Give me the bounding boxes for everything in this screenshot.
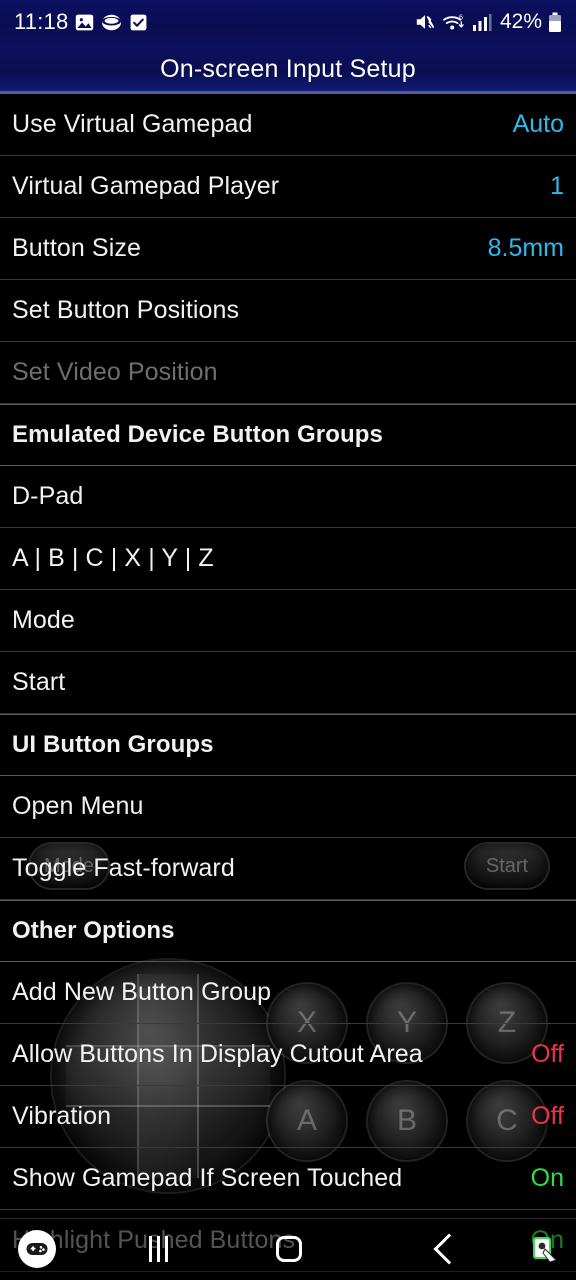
- status-bar-left: 11:18: [14, 9, 148, 35]
- gamepad-floating-icon[interactable]: [18, 1230, 56, 1268]
- settings-row[interactable]: Open Menu: [0, 776, 576, 838]
- settings-row-label: Mode: [12, 606, 75, 634]
- settings-row-label: A | B | C | X | Y | Z: [12, 544, 214, 572]
- settings-row-label: D-Pad: [12, 482, 84, 510]
- home-icon[interactable]: [276, 1236, 302, 1262]
- settings-row-value: Off: [531, 1040, 564, 1068]
- settings-row-label: Set Button Positions: [12, 296, 240, 324]
- settings-row[interactable]: Vibration Off: [0, 1086, 576, 1148]
- settings-row-label: Start: [12, 668, 66, 696]
- settings-list: Use Virtual Gamepad Auto Virtual Gamepad P…: [0, 94, 576, 1272]
- image-icon: [75, 13, 94, 32]
- settings-row-label: Add New Button Group: [12, 978, 272, 1006]
- opera-disc-icon: [101, 13, 122, 32]
- settings-row[interactable]: Use Virtual Gamepad Auto: [0, 94, 576, 156]
- settings-row[interactable]: Mode: [0, 590, 576, 652]
- settings-row[interactable]: Toggle Fast-forward: [0, 838, 576, 900]
- section-header: Other Options: [0, 900, 576, 962]
- settings-row[interactable]: A | B | C | X | Y | Z: [0, 528, 576, 590]
- settings-row[interactable]: D-Pad: [0, 466, 576, 528]
- screen-recorder-icon[interactable]: [526, 1231, 562, 1267]
- status-bar: 11:18 6 42%: [0, 0, 576, 44]
- settings-row-label: Allow Buttons In Display Cutout Area: [12, 1040, 423, 1068]
- settings-row[interactable]: Set Button Positions: [0, 280, 576, 342]
- settings-row-value: 1: [550, 172, 564, 200]
- checkbox-icon: [129, 13, 148, 32]
- recents-icon[interactable]: [149, 1236, 168, 1262]
- settings-row-value: On: [530, 1164, 564, 1192]
- settings-row-label: Vibration: [12, 1102, 112, 1130]
- android-navigation-bar: [0, 1218, 576, 1280]
- title-bar: On-screen Input Setup: [0, 44, 576, 94]
- settings-row[interactable]: Virtual Gamepad Player 1: [0, 156, 576, 218]
- title-underline: [0, 91, 576, 94]
- settings-row-label: Set Video Position: [12, 358, 218, 386]
- settings-row-label: UI Button Groups: [12, 731, 214, 758]
- settings-row: Set Video Position: [0, 342, 576, 404]
- settings-row-value: Off: [531, 1102, 564, 1130]
- section-header: Emulated Device Button Groups: [0, 404, 576, 466]
- settings-row[interactable]: Add New Button Group: [0, 962, 576, 1024]
- settings-row-label: Virtual Gamepad Player: [12, 172, 280, 200]
- settings-row[interactable]: Allow Buttons In Display Cutout Area Off: [0, 1024, 576, 1086]
- battery-icon: [548, 12, 562, 33]
- settings-row-label: Other Options: [12, 917, 175, 944]
- settings-row[interactable]: Start: [0, 652, 576, 714]
- navbar-top-divider: [0, 1218, 576, 1219]
- settings-row-label: Emulated Device Button Groups: [12, 421, 383, 448]
- settings-row-value: Auto: [512, 110, 564, 138]
- settings-row-label: Use Virtual Gamepad: [12, 110, 253, 138]
- settings-row-label: Button Size: [12, 234, 141, 262]
- settings-row-value: 8.5mm: [487, 234, 564, 262]
- battery-percent-label: 42%: [499, 10, 542, 33]
- svg-text:6: 6: [459, 12, 463, 21]
- settings-row-label: Show Gamepad If Screen Touched: [12, 1164, 403, 1192]
- status-bar-right: 6 42%: [414, 10, 562, 34]
- wifi6-icon: 6: [442, 12, 466, 32]
- settings-row-label: Open Menu: [12, 792, 144, 820]
- settings-row-label: Toggle Fast-forward: [12, 854, 235, 882]
- phone-screen: 11:18 6 42% On-screen Input Setup X Y Z …: [0, 0, 576, 1280]
- settings-row[interactable]: Show Gamepad If Screen Touched On: [0, 1148, 576, 1210]
- back-icon[interactable]: [433, 1233, 465, 1265]
- page-title: On-screen Input Setup: [160, 54, 416, 83]
- section-header: UI Button Groups: [0, 714, 576, 776]
- signal-bars-icon: [472, 13, 492, 32]
- settings-row[interactable]: Button Size 8.5mm: [0, 218, 576, 280]
- mute-icon: [414, 12, 436, 32]
- status-clock: 11:18: [14, 9, 69, 34]
